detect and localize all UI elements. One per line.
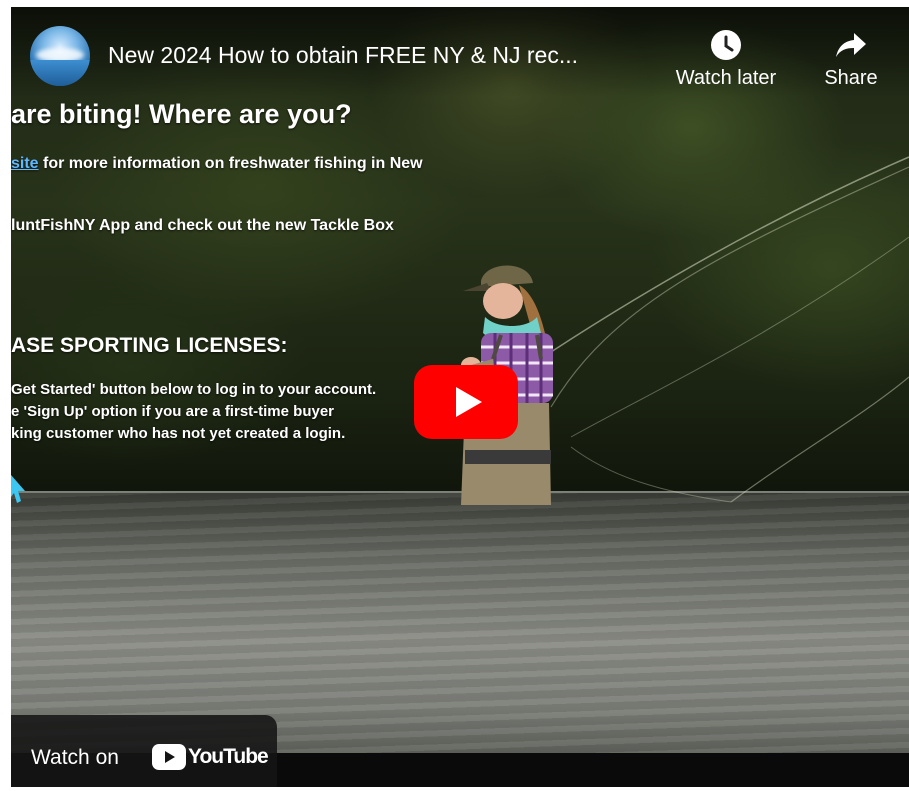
slide-licenses-line: king customer who has not yet created a …	[11, 425, 346, 442]
watch-on-label: Watch on	[31, 746, 119, 769]
slide-licenses-heading: ASE SPORTING LICENSES:	[11, 334, 288, 357]
share-arrow-icon	[836, 33, 866, 57]
slide-info-text: for more information on freshwater fishi…	[38, 155, 423, 172]
watch-on-youtube-button[interactable]: Watch on YouTube	[11, 715, 277, 787]
slide-info-line: site for more information on freshwater …	[11, 155, 423, 173]
clock-icon	[711, 30, 741, 60]
slide-licenses-line: e 'Sign Up' option if you are a first-ti…	[11, 403, 335, 420]
slide-website-link[interactable]: site	[11, 155, 39, 172]
play-button[interactable]	[414, 365, 518, 439]
slide-app-line: luntFishNY App and check out the new Tac…	[11, 217, 394, 234]
youtube-wordmark: YouTube	[188, 745, 269, 768]
pointer-cursor-icon	[11, 475, 25, 503]
slide-headline: are biting! Where are you?	[11, 99, 352, 129]
watch-later-button[interactable]: Watch later	[667, 29, 785, 90]
slide-licenses-line: Get Started' button below to log in to y…	[11, 381, 377, 398]
avatar-wave	[30, 60, 90, 86]
channel-avatar[interactable]	[30, 26, 90, 86]
video-player[interactable]: are biting! Where are you? site for more…	[11, 7, 909, 787]
share-label: Share	[824, 67, 878, 89]
video-title[interactable]: New 2024 How to obtain FREE NY & NJ rec.…	[108, 42, 578, 69]
share-button[interactable]: Share	[814, 29, 888, 90]
youtube-logo-icon	[152, 744, 186, 770]
watch-later-label: Watch later	[675, 67, 777, 89]
